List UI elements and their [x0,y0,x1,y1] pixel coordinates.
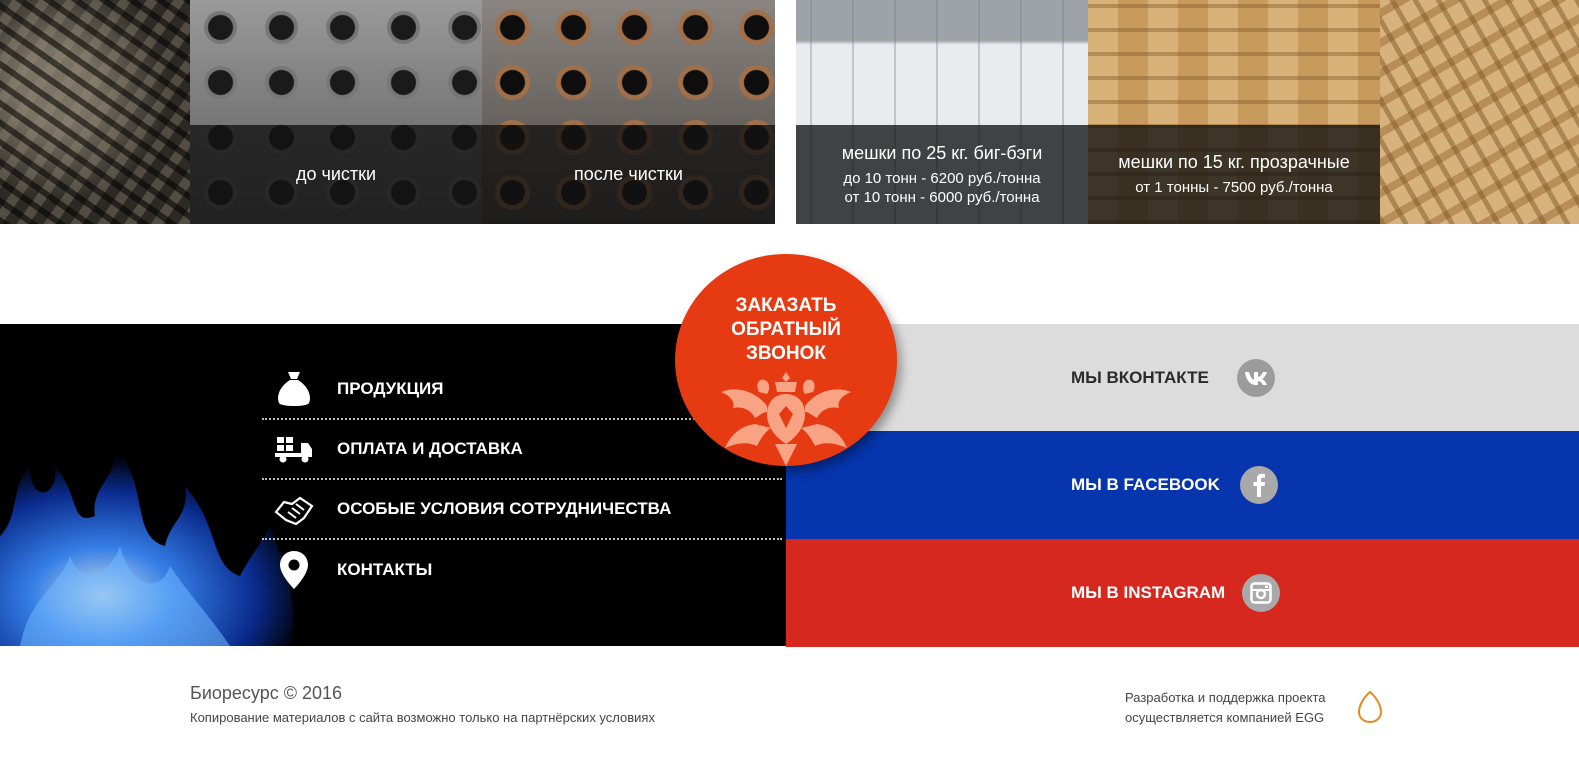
photo-clear-bags: мешки по 15 кг. прозрачные от 1 тонны - … [1088,0,1380,224]
instagram-icon [1242,574,1280,612]
vk-icon [1237,359,1275,397]
menu-item-label: ПРОДУКЦИЯ [337,379,444,398]
price-line: от 1 тонны - 7500 руб./тонна [1135,179,1333,196]
callback-label: ЗАКАЗАТЬ ОБРАТНЫЙ ЗВОНОК [711,294,861,366]
menu-item-contacts[interactable]: КОНТАКТЫ [262,540,782,600]
developer-credit[interactable]: Разработка и поддержка проекта осуществл… [1125,688,1326,728]
menu-item-label: ОПЛАТА И ДОСТАВКА [337,439,523,458]
photo-boiler-after: после чистки [482,0,775,224]
callback-label-line: ЗВОНОК [745,343,827,364]
caption-overlay: мешки по 25 кг. биг-бэги до 10 тонн - 62… [796,125,1088,224]
photo-pellets-dark [0,0,190,224]
double-headed-eagle-icon [721,372,851,466]
caption-overlay: после чистки [482,125,775,224]
footer-copyright-note: Копирование материалов с сайта возможно … [190,710,655,725]
menu-item-label: ОСОБЫЕ УСЛОВИЯ СОТРУДНИЧЕСТВА [337,499,672,518]
map-pin-icon [262,550,326,590]
menu-item-label: КОНТАКТЫ [337,560,433,579]
handshake-icon [262,492,326,526]
caption-after-cleaning: после чистки [574,164,683,184]
footer-brand: Биоресурс © 2016 [190,683,343,703]
price-line: до 10 тонн - 6200 руб./тонна [843,169,1041,187]
social-label-instagram: МЫ В INSTAGRAM [1071,583,1226,602]
price-line: от 10 тонн - 6000 руб./тонна [844,188,1040,206]
delivery-truck-icon [262,435,326,463]
photo-pellets-light [1380,0,1579,224]
caption-big-bags: мешки по 25 кг. биг-бэги [841,142,1043,163]
social-link-instagram[interactable]: МЫ В INSTAGRAM [786,539,1579,647]
social-link-vk[interactable]: МЫ ВКОНТАКТЕ [786,324,1579,432]
menu-item-special-terms[interactable]: ОСОБЫЕ УСЛОВИЯ СОТРУДНИЧЕСТВА [262,480,782,540]
caption-overlay: до чистки [190,125,482,224]
caption-overlay: мешки по 15 кг. прозрачные от 1 тонны - … [1088,125,1380,224]
social-label-vk: МЫ ВКОНТАКТЕ [1071,368,1209,387]
footer-menu-block: ПРОДУКЦИЯ ОПЛАТА И ДОСТАВКА ОСОБЫЕ УСЛОВ… [0,324,786,646]
callback-button[interactable]: ЗАКАЗАТЬ ОБРАТНЫЙ ЗВОНОК [675,254,897,466]
footer-copyright-block: Биоресурс © 2016 Копирование материалов … [190,683,655,725]
social-link-facebook[interactable]: МЫ В FACEBOOK [786,431,1579,539]
caption-before-cleaning: до чистки [295,164,377,184]
developer-credit-line: осуществляется компанией EGG [1125,710,1325,725]
egg-logo-icon[interactable] [1356,690,1384,724]
blue-flame-icon [0,446,294,646]
photo-big-bags: мешки по 25 кг. биг-бэги до 10 тонн - 62… [796,0,1088,224]
callback-label-line: ОБРАТНЫЙ [731,319,841,340]
caption-clear-bags: мешки по 15 кг. прозрачные [1118,152,1350,172]
social-label-facebook: МЫ В FACEBOOK [1071,475,1220,494]
photo-boiler-before: до чистки [190,0,482,224]
callback-label-line: ЗАКАЗАТЬ [735,295,837,316]
facebook-icon [1240,466,1278,504]
money-bag-icon [262,370,326,408]
developer-credit-line: Разработка и поддержка проекта [1125,690,1326,705]
